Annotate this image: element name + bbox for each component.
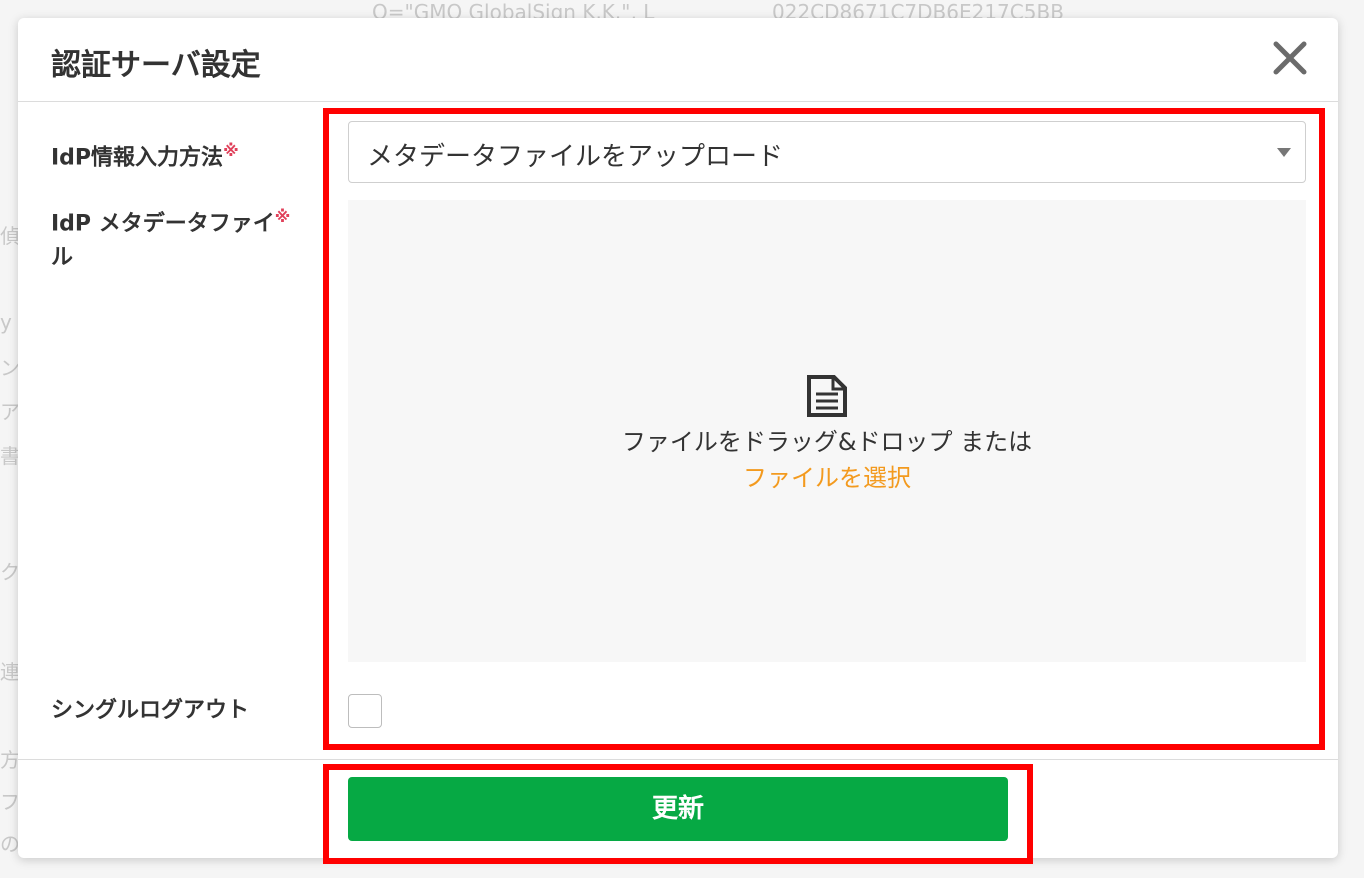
required-mark: ※ <box>274 207 291 226</box>
highlight-form-fields <box>323 108 1325 750</box>
background-side-char: 偵 <box>0 224 20 248</box>
idp-input-method-label: IdP情報入力方法※ <box>51 134 239 175</box>
close-button[interactable] <box>1270 38 1310 78</box>
idp-metadata-file-label: IdP メタデータファイ※ ル <box>51 200 290 275</box>
background-side-char: y <box>0 310 12 334</box>
footer-divider <box>18 759 1338 760</box>
background-side-char: ク <box>0 560 20 584</box>
background-side-char: フ <box>0 790 20 814</box>
close-icon <box>1273 41 1307 75</box>
highlight-update-button <box>323 764 1033 864</box>
idp-metadata-file-label-line2: ル <box>51 245 74 271</box>
background-side-char: の <box>0 832 20 856</box>
background-side-char: ア <box>0 400 20 424</box>
background-side-char: 方 <box>0 748 20 772</box>
background-side-char: 連 <box>0 660 20 684</box>
idp-input-method-label-text: IdP情報入力方法 <box>51 145 224 171</box>
modal-header: 認証サーバ設定 <box>18 18 1338 102</box>
modal-title: 認証サーバ設定 <box>51 48 261 83</box>
single-logout-label: シングルログアウト <box>51 698 250 723</box>
background-side-char: 書 <box>0 444 20 468</box>
background-side-char: ン <box>0 356 20 380</box>
idp-metadata-file-label-line1: IdP メタデータファイ <box>51 211 275 237</box>
required-mark: ※ <box>223 141 239 160</box>
